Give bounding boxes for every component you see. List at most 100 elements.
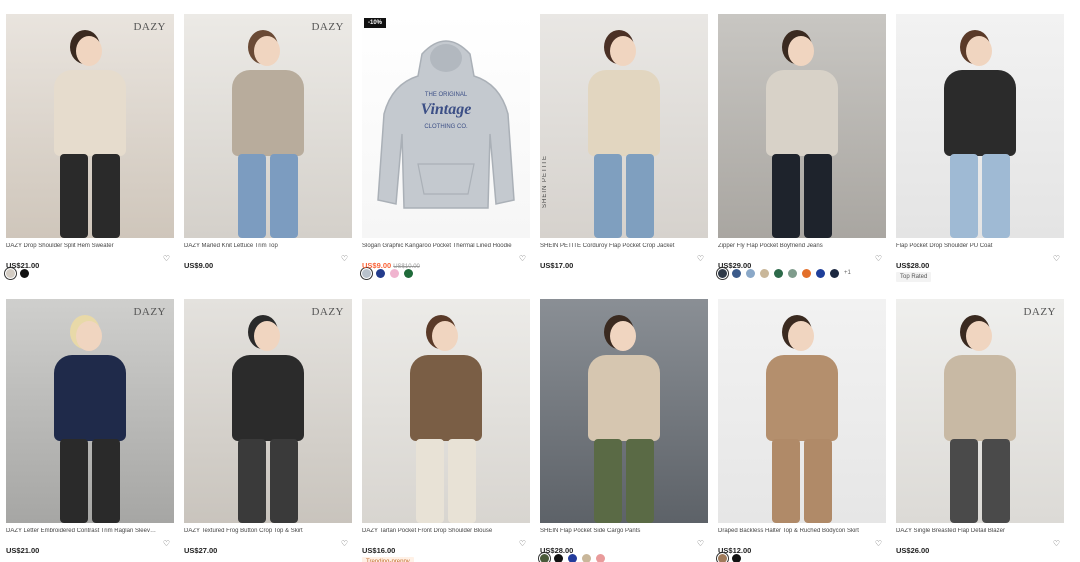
- brand-watermark: DAZY: [1023, 306, 1056, 318]
- product-price: US$29.00: [718, 261, 751, 270]
- product-price: US$27.00: [184, 546, 217, 555]
- color-swatch[interactable]: [830, 268, 839, 278]
- product-card[interactable]: DAZY Tartan Pocket Front Drop Shoulder B…: [362, 299, 530, 562]
- color-swatch[interactable]: [802, 268, 811, 278]
- price-value: US$28.00: [896, 261, 930, 270]
- product-title[interactable]: Zipper Fly Flap Pocket Boyfriend Jeans: [718, 243, 868, 251]
- wishlist-heart-icon[interactable]: ♡: [341, 540, 348, 548]
- product-image[interactable]: DAZY: [6, 14, 174, 238]
- color-swatch[interactable]: [788, 268, 797, 278]
- product-title[interactable]: SHEIN Flap Pocket Side Cargo Pants: [540, 528, 690, 536]
- wishlist-heart-icon[interactable]: ♡: [163, 255, 170, 263]
- wishlist-heart-icon[interactable]: ♡: [697, 255, 704, 263]
- color-swatch[interactable]: [774, 268, 783, 278]
- product-card[interactable]: Flap Pocket Drop Shoulder PU Coat US$28.0…: [896, 14, 1064, 283]
- product-image[interactable]: DAZY: [184, 299, 352, 523]
- price-row: US$9.00 ♡: [184, 255, 352, 271]
- product-card[interactable]: DAZY DAZY Drop Shoulder Split Hem Sweater…: [6, 14, 174, 278]
- product-title[interactable]: DAZY Textured Frog Button Crop Top & Ski…: [184, 528, 334, 536]
- product-price: US$21.00: [6, 546, 39, 555]
- price-value: US$21.00: [6, 546, 40, 555]
- wishlist-heart-icon[interactable]: ♡: [341, 255, 348, 263]
- product-image[interactable]: [540, 299, 708, 523]
- price-value: US$29.00: [718, 261, 752, 270]
- price-value: US$26.00: [896, 546, 930, 555]
- wishlist-heart-icon[interactable]: ♡: [163, 540, 170, 548]
- product-image[interactable]: [718, 299, 886, 523]
- wishlist-heart-icon[interactable]: ♡: [875, 540, 882, 548]
- product-title[interactable]: SHEIN PETITE Corduroy Flap Pocket Crop J…: [540, 243, 690, 251]
- product-card[interactable]: Vintage THE ORIGINAL CLOTHING CO. -10% Sloga…: [362, 14, 530, 278]
- product-image[interactable]: DAZY: [6, 299, 174, 523]
- price-row: US$27.00 ♡: [184, 540, 352, 556]
- product-title[interactable]: DAZY Tartan Pocket Front Drop Shoulder B…: [362, 528, 512, 536]
- price-row: US$9.00 US$10.00 ♡: [362, 255, 530, 271]
- color-swatch[interactable]: [582, 553, 591, 562]
- price-value: US$16.00: [362, 546, 396, 555]
- wishlist-heart-icon[interactable]: ♡: [519, 255, 526, 263]
- price-value: US$21.00: [6, 261, 40, 270]
- product-image[interactable]: DAZY: [184, 14, 352, 238]
- price-value: US$17.00: [540, 261, 574, 270]
- svg-text:Vintage: Vintage: [421, 101, 472, 118]
- price-row: US$16.00 ♡: [362, 540, 530, 556]
- product-tag: Top Rated: [896, 272, 932, 282]
- product-price: US$9.00: [184, 261, 213, 270]
- model-figure: [6, 14, 174, 238]
- product-title[interactable]: DAZY Letter Embroidered Contrast Trim Ra…: [6, 528, 156, 536]
- product-image[interactable]: SHEIN PETITE: [540, 14, 708, 238]
- discount-badge: -10%: [364, 18, 387, 28]
- brand-watermark: DAZY: [133, 21, 166, 33]
- product-tag: Trending-preppy: [362, 557, 414, 562]
- product-card[interactable]: DAZY DAZY Textured Frog Button Crop Top &…: [184, 299, 352, 556]
- model-figure: [718, 14, 886, 238]
- more-colors-count[interactable]: +1: [844, 270, 851, 276]
- price-value: US$9.00: [184, 261, 214, 270]
- model-figure: [6, 299, 174, 523]
- price-row: US$29.00 ♡: [718, 255, 886, 271]
- product-image[interactable]: [718, 14, 886, 238]
- product-card[interactable]: SHEIN PETITE SHEIN PETITE Corduroy Flap P…: [540, 14, 708, 271]
- wishlist-heart-icon[interactable]: ♡: [697, 540, 704, 548]
- svg-text:CLOTHING CO.: CLOTHING CO.: [424, 124, 468, 130]
- price-row: US$17.00 ♡: [540, 255, 708, 271]
- product-price: US$28.00: [896, 261, 929, 270]
- model-figure: [362, 299, 530, 523]
- wishlist-heart-icon[interactable]: ♡: [1053, 255, 1060, 263]
- wishlist-heart-icon[interactable]: ♡: [519, 540, 526, 548]
- color-swatch[interactable]: [760, 268, 769, 278]
- color-swatch[interactable]: [596, 553, 605, 562]
- product-card[interactable]: DAZY DAZY Marled Knit Lettuce Trim Top US$…: [184, 14, 352, 271]
- product-title[interactable]: DAZY Single Breasted Flap Detail Blazer: [896, 528, 1046, 536]
- price-value: US$28.00: [540, 546, 574, 555]
- wishlist-heart-icon[interactable]: ♡: [1053, 540, 1060, 548]
- color-swatch[interactable]: [816, 268, 825, 278]
- product-title[interactable]: Flap Pocket Drop Shoulder PU Coat: [896, 243, 1046, 251]
- product-price: US$17.00: [540, 261, 573, 270]
- product-card[interactable]: SHEIN Flap Pocket Side Cargo Pants US$28.…: [540, 299, 708, 562]
- brand-watermark: SHEIN PETITE: [542, 154, 548, 208]
- product-card[interactable]: DAZY DAZY Single Breasted Flap Detail Bla…: [896, 299, 1064, 556]
- product-price: US$9.00 US$10.00: [362, 261, 420, 270]
- price-row: US$26.00 ♡: [896, 540, 1064, 556]
- wishlist-heart-icon[interactable]: ♡: [875, 255, 882, 263]
- product-card[interactable]: DAZY DAZY Letter Embroidered Contrast Tri…: [6, 299, 174, 555]
- product-price: US$12.00: [718, 546, 751, 555]
- brand-watermark: DAZY: [311, 306, 344, 318]
- model-figure: [718, 299, 886, 523]
- product-card[interactable]: Draped Backless Halter Top & Ruched Body…: [718, 299, 886, 562]
- original-price: US$10.00: [393, 264, 420, 270]
- product-title[interactable]: Slogan Graphic Kangaroo Pocket Thermal L…: [362, 243, 512, 251]
- product-grid: DAZY DAZY Drop Shoulder Split Hem Sweater…: [0, 0, 1080, 562]
- product-image[interactable]: DAZY: [896, 299, 1064, 523]
- product-title[interactable]: Draped Backless Halter Top & Ruched Body…: [718, 528, 868, 536]
- price-row: US$12.00 ♡: [718, 540, 886, 556]
- price-value: US$12.00: [718, 546, 752, 555]
- product-image[interactable]: [362, 299, 530, 523]
- product-card[interactable]: Zipper Fly Flap Pocket Boyfriend Jeans US…: [718, 14, 886, 278]
- product-image[interactable]: Vintage THE ORIGINAL CLOTHING CO. -10%: [362, 14, 530, 238]
- product-title[interactable]: DAZY Marled Knit Lettuce Trim Top: [184, 243, 334, 251]
- model-figure: [896, 299, 1064, 523]
- product-title[interactable]: DAZY Drop Shoulder Split Hem Sweater: [6, 243, 156, 251]
- product-image[interactable]: [896, 14, 1064, 238]
